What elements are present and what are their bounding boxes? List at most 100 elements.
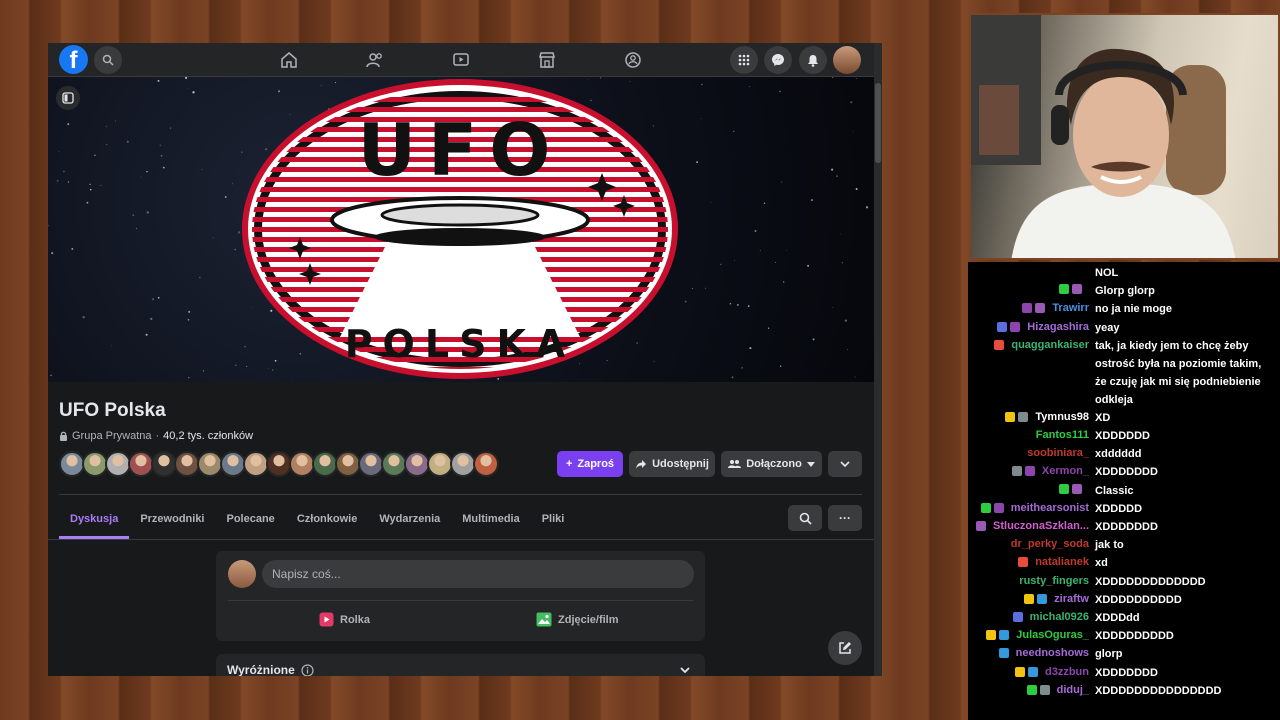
chat-username-text[interactable]: dr_perky_soda	[1011, 538, 1089, 550]
star	[100, 184, 102, 187]
chat-username-text[interactable]: Trawirr	[1052, 302, 1089, 314]
chat-badge-icon	[993, 502, 1004, 513]
chat-message-text: XDDDDDDD	[1095, 666, 1158, 679]
notifications-button[interactable]	[799, 46, 827, 74]
chat-message-text: XD	[1095, 411, 1111, 424]
chat-username-text[interactable]: natalianek	[1035, 556, 1089, 568]
chat-username-text[interactable]: michal0926	[1030, 611, 1089, 623]
chat-username[interactable]	[1059, 284, 1089, 295]
chat-username[interactable]: natalianek	[1018, 556, 1089, 568]
chat-message: neednoshows glorp	[968, 645, 1280, 663]
featured-title: Wyróżnione	[227, 663, 295, 676]
chat-username[interactable]: michal0926	[1012, 611, 1089, 623]
chat-username[interactable]: Hizagashira	[997, 321, 1089, 333]
info-icon[interactable]	[301, 663, 314, 677]
tab-wydarzenia[interactable]: Wydarzenia	[368, 501, 451, 539]
chat-username[interactable]: Fantos111	[1032, 429, 1089, 441]
star	[763, 202, 766, 204]
star	[115, 120, 116, 122]
scrollbar-thumb[interactable]	[875, 83, 881, 163]
chat-username[interactable]: ziraftw	[1024, 593, 1089, 605]
group-search-button[interactable]	[788, 505, 822, 531]
chat-badge-icon	[1026, 684, 1037, 695]
chat-username[interactable]: diduj_	[1026, 684, 1089, 696]
tab-członkowie[interactable]: Członkowie	[286, 501, 369, 539]
star	[192, 91, 195, 94]
sidebar-toggle-button[interactable]	[56, 86, 80, 110]
tab-polecane[interactable]: Polecane	[216, 501, 286, 539]
chevron-down-icon[interactable]	[680, 667, 690, 673]
share-button[interactable]: Udostępnij	[629, 451, 715, 477]
profile-avatar[interactable]	[833, 46, 861, 74]
chat-username-text[interactable]: ziraftw	[1054, 593, 1089, 605]
chat-message-text: XDDDDDDDDDDDDD	[1095, 575, 1206, 588]
reel-label: Rolka	[340, 613, 370, 626]
more-options-dropdown[interactable]	[828, 451, 862, 477]
chat-message: dr_perky_soda jak to	[968, 536, 1280, 554]
home-nav-button[interactable]	[277, 48, 301, 72]
chat-username-text[interactable]: StluczonaSzklan...	[993, 520, 1089, 532]
chat-message: NOL	[968, 264, 1280, 282]
tab-przewodniki[interactable]: Przewodniki	[129, 501, 215, 539]
friends-nav-button[interactable]	[363, 48, 387, 72]
chat-username-text[interactable]: Tymnus98	[1035, 411, 1089, 423]
chat-username-text[interactable]: meithearsonist	[1011, 502, 1089, 514]
chat-username-text[interactable]: Hizagashira	[1027, 321, 1089, 333]
chat-username-text[interactable]: diduj_	[1057, 684, 1089, 696]
tab-pliki[interactable]: Pliki	[531, 501, 576, 539]
marketplace-nav-button[interactable]	[535, 48, 559, 72]
menu-button[interactable]	[730, 46, 758, 74]
star	[201, 169, 203, 171]
star	[50, 374, 52, 377]
group-privacy[interactable]: Grupa Prywatna	[72, 430, 151, 442]
share-label: Udostępnij	[652, 458, 709, 470]
member-avatars[interactable]	[59, 451, 499, 477]
chat-username[interactable]: neednoshows	[998, 647, 1089, 659]
chat-username[interactable]: Xermon_	[1011, 465, 1089, 477]
star	[150, 317, 153, 321]
chat-username[interactable]: Trawirr	[1022, 302, 1089, 314]
group-member-count[interactable]: 40,2 tys. członków	[163, 430, 253, 442]
chat-username-text[interactable]: soobiniara_	[1027, 447, 1089, 459]
chat-username[interactable]: d3zzbun	[1015, 666, 1089, 678]
photo-video-button[interactable]: Zdjęcie/film	[536, 612, 619, 627]
chat-username[interactable]	[1059, 483, 1089, 494]
chat-username[interactable]: dr_perky_soda	[1007, 538, 1089, 550]
chat-username-text[interactable]: JulasOguras_	[1016, 629, 1089, 641]
invite-button[interactable]: + Zaproś	[557, 451, 623, 477]
groups-nav-button[interactable]	[621, 48, 645, 72]
joined-dropdown-button[interactable]: Dołączono	[721, 451, 822, 477]
featured-section[interactable]: Wyróżnione	[216, 654, 705, 676]
messenger-button[interactable]	[764, 46, 792, 74]
chat-username[interactable]: JulasOguras_	[986, 629, 1089, 641]
chat-username[interactable]: StluczonaSzklan...	[976, 520, 1089, 532]
video-nav-button[interactable]	[449, 48, 473, 72]
chat-username[interactable]: rusty_fingers	[1015, 575, 1089, 587]
new-message-button[interactable]	[828, 631, 862, 665]
chat-username-text[interactable]: rusty_fingers	[1019, 575, 1089, 587]
group-more-button[interactable]: ···	[828, 505, 862, 531]
chat-username[interactable]: quaggankaiser	[994, 339, 1089, 351]
chat-username[interactable]: soobiniara_	[1023, 447, 1089, 459]
chat-username-text[interactable]: Fantos111	[1036, 429, 1089, 441]
tab-multimedia[interactable]: Multimedia	[451, 501, 530, 539]
post-input[interactable]: Napisz coś...	[262, 560, 694, 588]
chat-username[interactable]: meithearsonist	[980, 502, 1089, 514]
star	[855, 188, 858, 190]
chat-username-text[interactable]: Xermon_	[1042, 465, 1089, 477]
chat-username-text[interactable]: quaggankaiser	[1011, 339, 1089, 351]
chat-message: ziraftw XDDDDDDDDDD	[968, 591, 1280, 609]
chat-username[interactable]: Tymnus98	[1005, 411, 1089, 423]
chat-username-text[interactable]: d3zzbun	[1045, 666, 1089, 678]
scrollbar[interactable]	[874, 43, 882, 676]
chat-username-text[interactable]: neednoshows	[1016, 647, 1089, 659]
facebook-logo-icon[interactable]: f	[59, 45, 88, 74]
search-button[interactable]	[94, 46, 122, 74]
tab-dyskusja[interactable]: Dyskusja	[59, 501, 130, 539]
sidebar-toggle-icon	[62, 92, 74, 104]
reel-button[interactable]: Rolka	[319, 612, 370, 627]
member-avatar[interactable]	[473, 451, 499, 477]
chat-message-text: xdddddd	[1095, 448, 1142, 461]
star	[747, 305, 750, 307]
star	[696, 161, 698, 163]
